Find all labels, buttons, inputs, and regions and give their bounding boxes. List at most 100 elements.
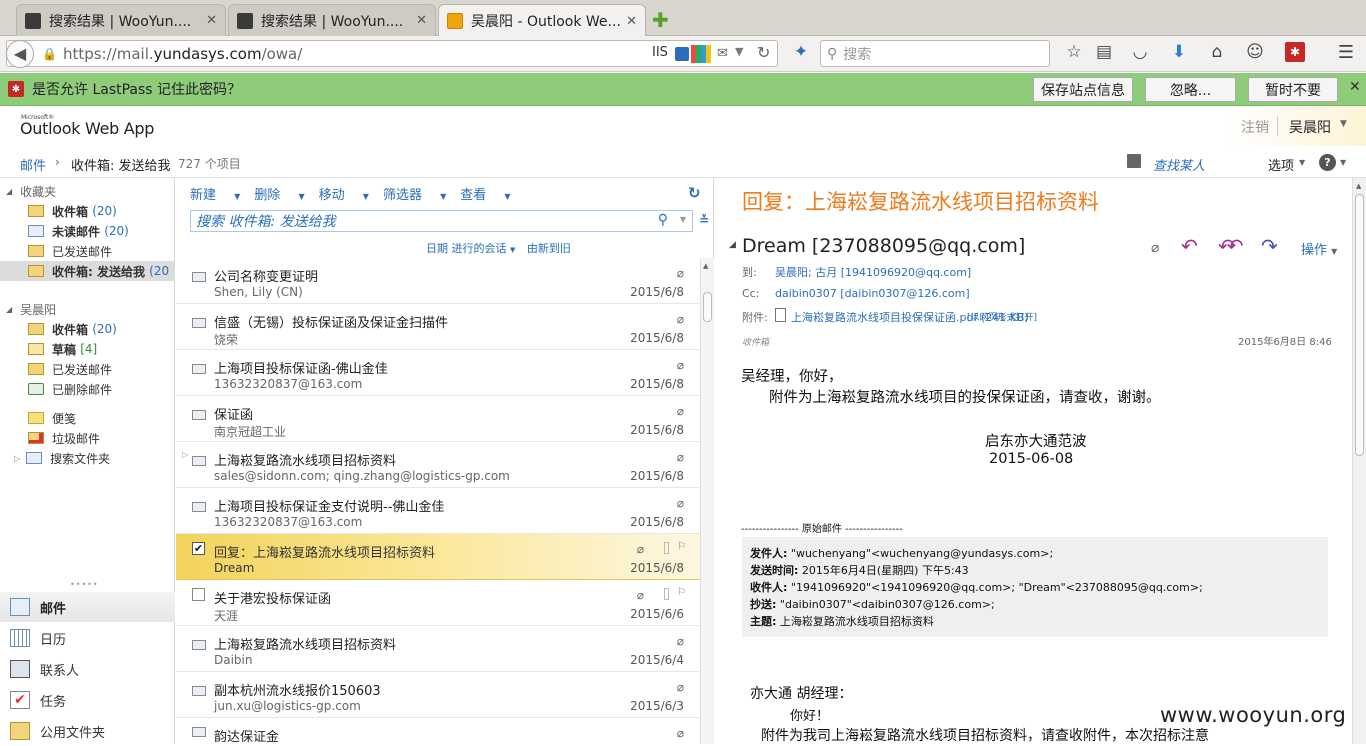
reading-list-icon[interactable]: ▤ <box>1092 42 1116 62</box>
category-icon[interactable] <box>664 542 669 554</box>
favorite-sent[interactable]: 已发送邮件 <box>0 241 175 261</box>
scroll-up-icon[interactable]: ▲ <box>703 262 708 270</box>
move-button[interactable]: 移动 ▼ <box>319 184 369 203</box>
windows-icon[interactable] <box>691 45 711 63</box>
favorite-inbox-sent-to-me[interactable]: 收件箱: 发送给我 (20 <box>0 261 175 281</box>
addon-icon[interactable]: ✦ <box>789 42 813 62</box>
bookmark-star-icon[interactable]: ☆ <box>1062 42 1086 62</box>
home-icon[interactable]: ⌂ <box>1205 42 1229 62</box>
actions-menu[interactable]: 操作 ▼ <box>1301 239 1337 258</box>
folder-sent[interactable]: 已发送邮件 <box>0 359 175 379</box>
close-icon[interactable]: ✕ <box>416 13 427 28</box>
list-item[interactable]: 上海项目投标保证金支付说明--佛山金佳 ⌀ 13632320837@163.co… <box>176 488 714 534</box>
scroll-up-icon[interactable]: ▲ <box>1356 182 1361 190</box>
expand-icon[interactable]: ▷ <box>14 454 20 463</box>
url-bar[interactable]: ◀ 🔒 https://mail. yundasys.com/owa/ IIS ✉… <box>6 39 778 68</box>
close-icon[interactable]: ✕ <box>626 14 637 29</box>
list-item[interactable]: ▷ 上海崧复路流水线项目招标资料 ⌀ sales@sidonn.com; qin… <box>176 442 714 488</box>
reply-icon[interactable]: ↶ <box>1181 234 1198 258</box>
forward-icon[interactable]: ↷ <box>1261 234 1278 258</box>
folder-search-folders[interactable]: ▷ 搜索文件夹 <box>0 448 175 468</box>
to-recipients[interactable]: 吴晨阳; 古月 [1941096920@qq.com] <box>775 264 971 280</box>
folder-deleted[interactable]: 已删除邮件 <box>0 379 175 399</box>
scrollbar-thumb[interactable] <box>1355 194 1364 456</box>
reply-all-icon[interactable]: ↶↶ <box>1218 234 1243 258</box>
message-sender[interactable]: Dream [237088095@qq.com] <box>742 235 1025 257</box>
favorite-unread[interactable]: 未读邮件 (20) <box>0 221 175 241</box>
open-as-webpage-link[interactable]: [以网页形式打开] <box>967 310 1037 323</box>
new-button[interactable]: 新建 ▼ <box>190 184 240 203</box>
list-item[interactable]: 上海项目投标保证函-佛山金佳 ⌀ 13632320837@163.com 201… <box>176 350 714 396</box>
flag-icon[interactable]: ⚐ <box>677 587 686 598</box>
folder-junk[interactable]: 垃圾邮件 <box>0 428 175 448</box>
ie-tab-icon[interactable] <box>675 47 689 61</box>
list-item[interactable]: 上海崧复路流水线项目招标资料 ⌀ Daibin 2015/6/4 <box>176 626 714 672</box>
pane-resize-handle[interactable]: ••••• <box>70 580 99 589</box>
folder-drafts[interactable]: 草稿 [4] <box>0 339 175 359</box>
expand-conversation-icon[interactable]: ▷ <box>182 450 188 459</box>
list-search-input[interactable]: 搜索 收件箱: 发送给我 ⚲ ▼ <box>190 210 693 232</box>
help-icon[interactable]: ? <box>1319 154 1336 171</box>
new-tab-icon[interactable]: ✚ <box>652 8 669 32</box>
close-icon[interactable]: ✕ <box>1349 79 1361 95</box>
back-icon[interactable]: ◀ <box>6 39 34 68</box>
browser-tab-1[interactable]: 搜索结果 | WooYun.... ✕ <box>16 4 226 36</box>
reading-scrollbar[interactable]: ▲ <box>1352 178 1366 744</box>
chat-icon[interactable]: ☺ <box>1243 42 1267 62</box>
filter-button[interactable]: 筛选器 ▼ <box>383 184 446 203</box>
nav-public-folders[interactable]: 公用文件夹 <box>0 716 175 746</box>
checkbox[interactable]: ✔ <box>192 542 205 555</box>
sort-control[interactable]: 日期 进行的会话 ▼ 由新到旧 <box>426 240 571 256</box>
scrollbar-thumb[interactable] <box>703 292 712 322</box>
chevron-down-icon[interactable]: ▼ <box>1340 119 1347 129</box>
list-item-selected[interactable]: ✔ 回复：上海崧复路流水线项目招标资料 ⌀ ⚐ Dream 2015/6/8 <box>176 534 714 580</box>
rss-icon[interactable]: ✉ <box>717 46 728 61</box>
favorite-inbox[interactable]: 收件箱 (20) <box>0 201 175 221</box>
nav-contacts[interactable]: 联系人 <box>0 654 175 684</box>
breadcrumb-root[interactable]: 邮件 <box>20 155 46 174</box>
not-now-button[interactable]: 暂时不要 <box>1248 77 1338 102</box>
reload-icon[interactable]: ↻ <box>757 43 770 62</box>
ignore-button[interactable]: 忽略... <box>1145 77 1236 102</box>
folder-inbox[interactable]: 收件箱 (20) <box>0 319 175 339</box>
list-scrollbar[interactable]: ▲ <box>700 258 714 744</box>
mailbox-header[interactable]: ◢ 吴晨阳 <box>0 299 175 319</box>
category-icon[interactable] <box>664 588 669 600</box>
download-icon[interactable]: ⬇ <box>1167 42 1191 62</box>
refresh-icon[interactable]: ↻ <box>688 184 701 202</box>
cc-recipients[interactable]: daibin0307 [daibin0307@126.com] <box>775 287 970 300</box>
checkbox[interactable] <box>192 588 205 601</box>
find-someone-link[interactable]: 查找某人 <box>1153 155 1205 174</box>
close-icon[interactable]: ✕ <box>206 13 217 28</box>
flag-icon[interactable]: ⚐ <box>677 541 686 552</box>
signout-link[interactable]: 注销 <box>1241 117 1269 137</box>
nav-calendar[interactable]: 日历 <box>0 623 175 653</box>
list-item[interactable]: 信盛（无锡）投标保证函及保证金扫描件 ⌀ 饶荣 2015/6/8 <box>176 304 714 350</box>
address-book-icon[interactable] <box>1127 154 1141 168</box>
nav-tasks[interactable]: ✔ 任务 <box>0 685 175 715</box>
save-site-button[interactable]: 保存站点信息 <box>1033 77 1133 102</box>
delete-button[interactable]: 删除 ▼ <box>254 184 304 203</box>
favorites-header[interactable]: ◢ 收藏夹 <box>0 181 175 201</box>
nav-mail[interactable]: 邮件 <box>0 592 175 622</box>
chevron-down-icon[interactable]: ▼ <box>680 215 686 224</box>
search-icon[interactable]: ⚲ <box>658 212 668 228</box>
collapse-header-icon[interactable]: ◢ <box>729 240 736 250</box>
list-item[interactable]: 公司名称变更证明 ⌀ Shen, Lily (CN) 2015/6/8 <box>176 258 714 304</box>
options-menu[interactable]: 选项 <box>1268 155 1294 174</box>
list-item[interactable]: 保证函 ⌀ 南京冠超工业 2015/6/8 <box>176 396 714 442</box>
browser-search-box[interactable]: ⚲ 搜索 <box>820 40 1050 67</box>
list-item[interactable]: 副本杭州流水线报价150603 ⌀ jun.xu@logistics-gp.co… <box>176 672 714 718</box>
list-item[interactable]: 关于港宏投标保证函 ⌀ ⚐ 天涯 2015/6/6 <box>176 580 714 626</box>
view-button[interactable]: 查看 ▼ <box>460 184 510 203</box>
menu-icon[interactable]: ☰ <box>1334 42 1358 63</box>
lastpass-icon[interactable]: ✱ <box>1285 42 1305 62</box>
list-item[interactable]: 韵达保证金 ⌀ <box>176 718 714 745</box>
folder-notes[interactable]: 便笺 <box>0 408 175 428</box>
user-name[interactable]: 吴晨阳 <box>1289 117 1331 137</box>
browser-tab-3[interactable]: 吴晨阳 - Outlook We... ✕ <box>438 4 646 37</box>
pocket-icon[interactable]: ◡ <box>1128 42 1152 62</box>
dropdown-icon[interactable]: ▼ <box>735 45 743 58</box>
expand-search-icon[interactable]: ≚ <box>699 213 709 227</box>
browser-tab-2[interactable]: 搜索结果 | WooYun.... ✕ <box>228 4 436 36</box>
